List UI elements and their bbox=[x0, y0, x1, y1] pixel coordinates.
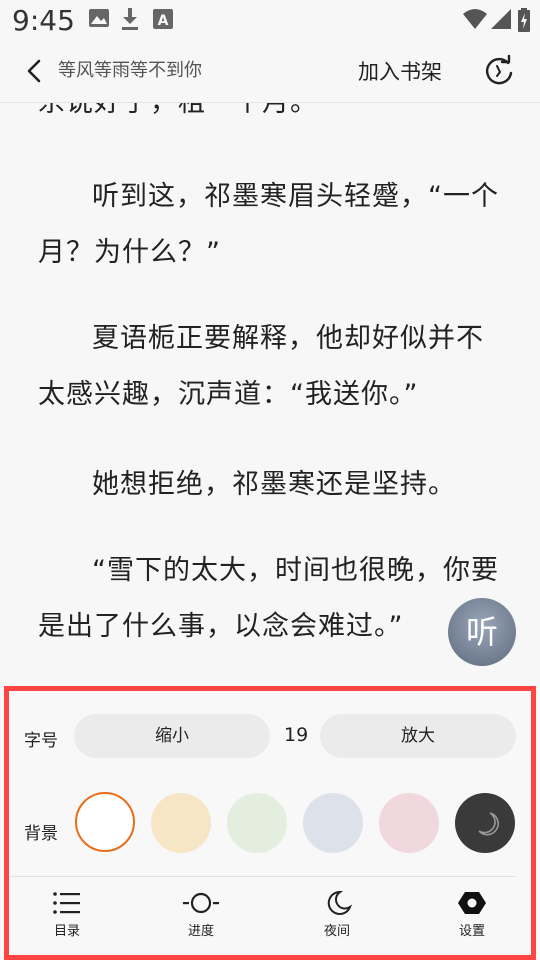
wifi-icon bbox=[463, 9, 487, 29]
book-title: 等风等雨等不到你 bbox=[58, 60, 202, 81]
paragraph: 她想拒绝，祁墨寒还是坚持。 bbox=[92, 469, 456, 500]
reading-area[interactable]: 杀说好了，租一个月。 听到这，祁墨寒眉头轻蹙，“一个月？为什么？” 夏语栀正要解… bbox=[0, 103, 540, 685]
svg-text:A: A bbox=[158, 13, 169, 29]
notification-a-icon: A bbox=[153, 9, 173, 29]
paragraph: “雪下的太大，时间也很晚，你要是出了什么事，以念会难过。” bbox=[38, 555, 499, 642]
add-to-shelf-button[interactable]: 加入书架 bbox=[358, 56, 442, 86]
partial-text-line: 杀说好了，租一个月。 bbox=[38, 103, 318, 131]
download-icon bbox=[122, 8, 138, 30]
paragraph: 听到这，祁墨寒眉头轻蹙，“一个月？为什么？” bbox=[38, 181, 499, 268]
back-arrow-icon[interactable] bbox=[20, 56, 50, 86]
image-icon bbox=[89, 9, 109, 27]
signal-icon bbox=[491, 9, 511, 29]
listen-button[interactable]: 听 bbox=[448, 598, 516, 666]
reader-top-bar: 等风等雨等不到你 加入书架 bbox=[0, 40, 540, 102]
battery-icon bbox=[518, 8, 530, 32]
refresh-icon[interactable] bbox=[482, 54, 516, 88]
paragraph: 夏语栀正要解释，他却好似并不太感兴趣，沉声道：“我送你。” bbox=[38, 323, 484, 410]
status-time: 9:45 bbox=[12, 4, 75, 37]
status-bar: 9:45 A bbox=[0, 0, 540, 40]
highlight-box bbox=[4, 686, 536, 960]
